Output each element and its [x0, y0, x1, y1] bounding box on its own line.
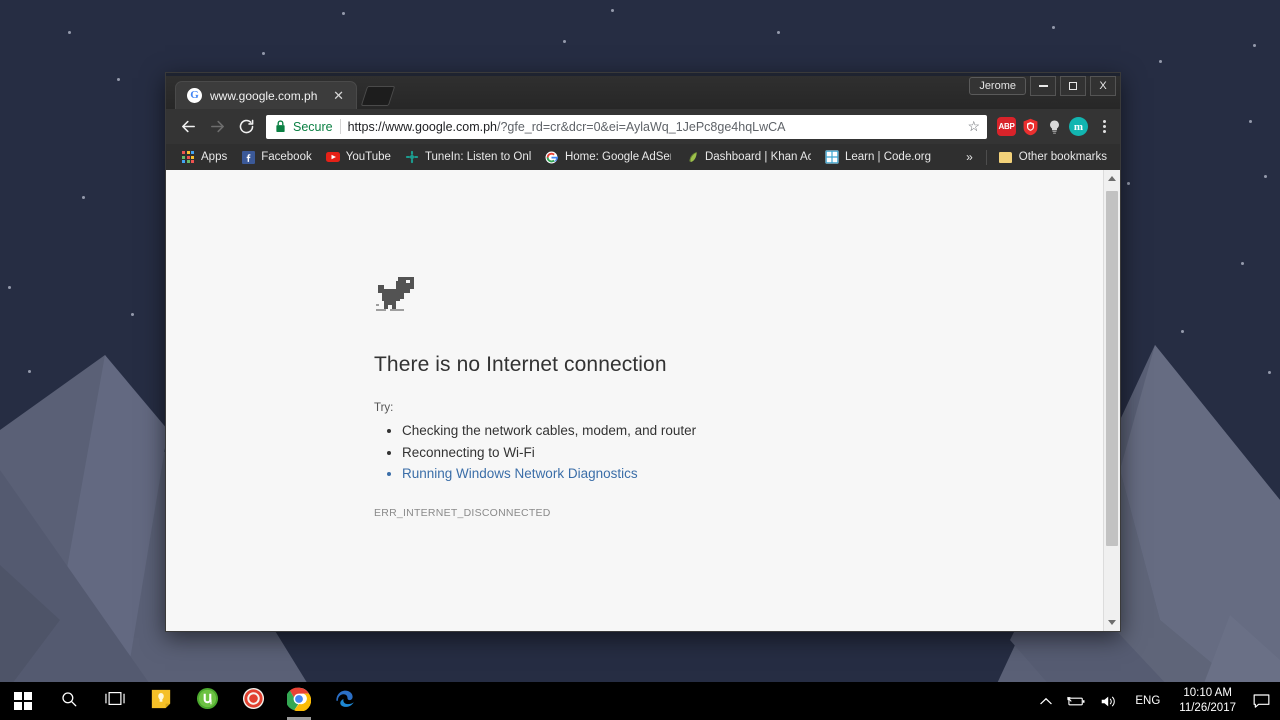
lightbulb-extension-icon[interactable]	[1045, 117, 1064, 136]
bookmark-khan-academy[interactable]: Dashboard | Khan Ac	[678, 148, 818, 166]
url-text: https://www.google.com.ph/?gfe_rd=cr&dcr…	[348, 120, 961, 134]
reload-icon[interactable]	[234, 115, 258, 139]
volume-icon[interactable]	[1093, 682, 1126, 720]
page-title: There is no Internet connection	[374, 353, 667, 376]
forward-icon[interactable]	[205, 115, 229, 139]
edge-icon	[333, 687, 357, 716]
vertical-scrollbar[interactable]	[1103, 170, 1120, 631]
secure-label: Secure	[293, 119, 333, 134]
windows-taskbar: ENG 10:10 AM 11/26/2017	[0, 682, 1280, 720]
m-extension-icon[interactable]: m	[1069, 117, 1088, 136]
system-tray: ENG 10:10 AM 11/26/2017	[1033, 682, 1280, 720]
tab-strip: G www.google.com.ph ✕ Jerome X	[166, 73, 1120, 109]
scrollbar-track[interactable]	[1104, 187, 1120, 614]
code-org-icon	[825, 150, 839, 164]
back-icon[interactable]	[176, 115, 200, 139]
youtube-icon	[325, 150, 340, 164]
suggestions-list: Checking the network cables, modem, and …	[402, 420, 1103, 485]
task-view-button[interactable]	[92, 682, 138, 720]
start-button[interactable]	[0, 682, 46, 720]
minimize-button[interactable]	[1030, 76, 1056, 96]
address-bar[interactable]: Secure https://www.google.com.ph/?gfe_rd…	[266, 114, 987, 139]
bookmark-code-org[interactable]: Learn | Code.org	[818, 148, 938, 166]
bookmark-label: Home: Google AdSen	[564, 151, 671, 163]
clock[interactable]: 10:10 AM 11/26/2017	[1169, 686, 1246, 716]
khan-academy-icon	[685, 150, 699, 164]
bookmark-label: Apps	[201, 151, 228, 163]
tunein-icon	[405, 150, 419, 164]
sticky-notes-icon	[150, 688, 172, 715]
folder-icon	[999, 150, 1013, 164]
browser-toolbar: Secure https://www.google.com.ph/?gfe_rd…	[166, 109, 1120, 144]
maximize-button[interactable]	[1060, 76, 1086, 96]
bookmark-tunein[interactable]: TuneIn: Listen to Onli	[398, 148, 538, 166]
taskbar-item-google-chrome[interactable]	[276, 682, 322, 720]
task-view-icon	[104, 690, 126, 712]
search-icon	[60, 690, 78, 713]
bookmark-youtube[interactable]: YouTube	[319, 148, 398, 166]
url-host: https://www.google.com.ph	[347, 119, 497, 134]
scroll-down-icon[interactable]	[1104, 614, 1120, 631]
windows-logo-icon	[14, 692, 32, 710]
network-diagnostics-link[interactable]: Running Windows Network Diagnostics	[402, 463, 1103, 485]
bookmarks-bar: Apps Facebook YouTube TuneIn: Listen to …	[166, 144, 1120, 170]
list-item: Reconnecting to Wi-Fi	[402, 442, 1103, 464]
profile-button[interactable]: Jerome	[969, 77, 1026, 95]
clock-time: 10:10 AM	[1183, 687, 1232, 699]
bookmark-facebook[interactable]: Facebook	[234, 148, 319, 166]
other-bookmarks-label: Other bookmarks	[1018, 151, 1107, 163]
action-center-icon[interactable]	[1246, 682, 1276, 720]
adguard-shield-extension-icon[interactable]	[1021, 117, 1040, 136]
chrome-menu-icon[interactable]	[1095, 116, 1113, 138]
bookmark-apps[interactable]: Apps	[174, 148, 234, 166]
browser-tab[interactable]: G www.google.com.ph ✕	[175, 81, 357, 109]
bookmarks-overflow-icon[interactable]: »	[958, 148, 981, 166]
taskbar-item-utorrent[interactable]	[184, 682, 230, 720]
tab-title: www.google.com.ph	[210, 88, 318, 103]
bookmark-label: YouTube	[345, 151, 391, 163]
show-hidden-icons[interactable]	[1033, 682, 1059, 720]
desktop: G www.google.com.ph ✕ Jerome X Secure ht…	[0, 0, 1280, 720]
taskbar-item-sticky-notes[interactable]	[138, 682, 184, 720]
close-window-button[interactable]: X	[1090, 76, 1116, 96]
new-tab-button[interactable]	[360, 86, 396, 106]
window-controls: Jerome X	[969, 76, 1120, 96]
url-path: /?gfe_rd=cr&dcr=0&ei=AylaWq_1JePc8ge4hqL…	[497, 119, 786, 134]
screen-recorder-icon	[242, 687, 265, 715]
adblock-plus-extension-icon[interactable]: ABP	[997, 117, 1016, 136]
other-bookmarks-folder[interactable]: Other bookmarks	[992, 148, 1114, 166]
try-label: Try:	[374, 402, 394, 414]
chrome-icon	[285, 687, 312, 716]
scroll-up-icon[interactable]	[1104, 170, 1120, 187]
utorrent-icon	[196, 687, 219, 715]
close-tab-icon[interactable]: ✕	[331, 89, 346, 102]
bookmarks-divider	[985, 149, 987, 165]
chrome-browser-window: G www.google.com.ph ✕ Jerome X Secure ht…	[165, 72, 1121, 632]
bookmark-label: TuneIn: Listen to Onli	[424, 151, 531, 163]
scrollbar-thumb[interactable]	[1106, 191, 1118, 546]
clock-date: 11/26/2017	[1179, 702, 1236, 714]
page-viewport: There is no Internet connection Try: Che…	[166, 170, 1120, 631]
taskbar-left	[0, 682, 368, 720]
error-page: There is no Internet connection Try: Che…	[166, 170, 1103, 631]
google-g-icon: G	[187, 88, 202, 103]
bookmark-star-icon[interactable]: ☆	[967, 118, 980, 135]
error-code: ERR_INTERNET_DISCONNECTED	[374, 506, 551, 519]
battery-icon[interactable]	[1059, 682, 1093, 720]
omnibox-divider	[339, 119, 341, 134]
lock-icon	[275, 120, 286, 133]
t-rex-dinosaur-icon	[374, 275, 1103, 320]
bookmark-adsense[interactable]: Home: Google AdSen	[538, 148, 678, 166]
apps-grid-icon	[181, 150, 195, 164]
language-indicator[interactable]: ENG	[1126, 695, 1169, 707]
bookmark-label: Dashboard | Khan Ac	[704, 151, 811, 163]
search-button[interactable]	[46, 682, 92, 720]
facebook-icon	[241, 150, 255, 164]
taskbar-item-microsoft-edge[interactable]	[322, 682, 368, 720]
taskbar-item-screen-recorder[interactable]	[230, 682, 276, 720]
bookmark-label: Learn | Code.org	[844, 151, 932, 163]
list-item: Checking the network cables, modem, and …	[402, 420, 1103, 442]
bookmark-label: Facebook	[261, 151, 312, 163]
google-g-icon	[545, 150, 559, 164]
